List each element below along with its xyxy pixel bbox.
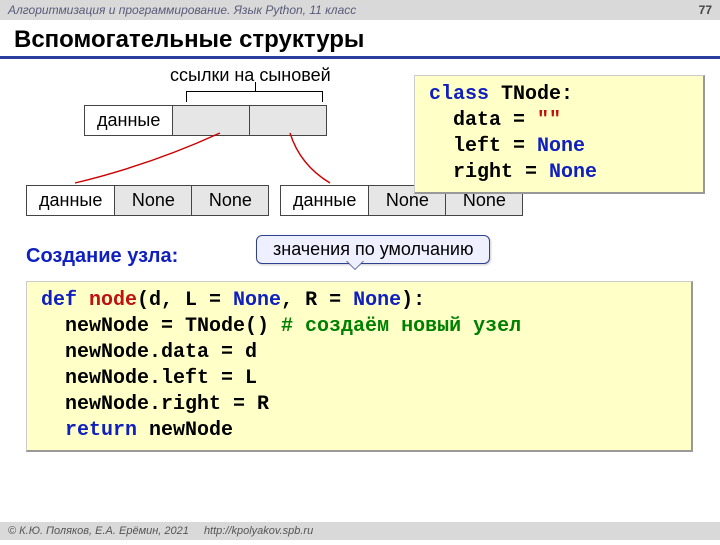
cell-data: данные: [27, 186, 115, 215]
content-area: ссылки на сыновей данные данные None Non…: [0, 65, 720, 545]
node-parent: данные: [84, 105, 327, 136]
cell-none: None: [192, 186, 268, 215]
slide-title: Вспомогательные структуры: [0, 20, 720, 59]
copyright: © К.Ю. Поляков, Е.А. Ерёмин, 2021: [8, 525, 189, 537]
cell-data: данные: [281, 186, 369, 215]
footer-url[interactable]: http://kpolyakov.spb.ru: [204, 525, 313, 537]
callout-defaults: значения по умолчанию: [256, 235, 490, 264]
cell-left-ptr: [173, 106, 250, 135]
code-class-box: class TNode: data = "" left = None right…: [414, 75, 705, 194]
node-left-child: данные None None: [26, 185, 269, 216]
slide-header: Алгоритмизация и программирование. Язык …: [0, 0, 720, 20]
label-create-node: Создание узла:: [26, 245, 178, 268]
course-title: Алгоритмизация и программирование. Язык …: [8, 0, 356, 20]
bracket-icon: [186, 91, 323, 102]
label-links-to-children: ссылки на сыновей: [170, 65, 331, 86]
callout-text: значения по умолчанию: [273, 239, 473, 259]
cell-right-ptr: [250, 106, 326, 135]
cell-none: None: [115, 186, 192, 215]
page-number: 77: [699, 0, 712, 20]
slide-footer: © К.Ю. Поляков, Е.А. Ерёмин, 2021 http:/…: [0, 522, 720, 540]
cell-data: данные: [85, 106, 173, 135]
code-func-box: def node(d, L = None, R = None): newNode…: [26, 281, 693, 452]
